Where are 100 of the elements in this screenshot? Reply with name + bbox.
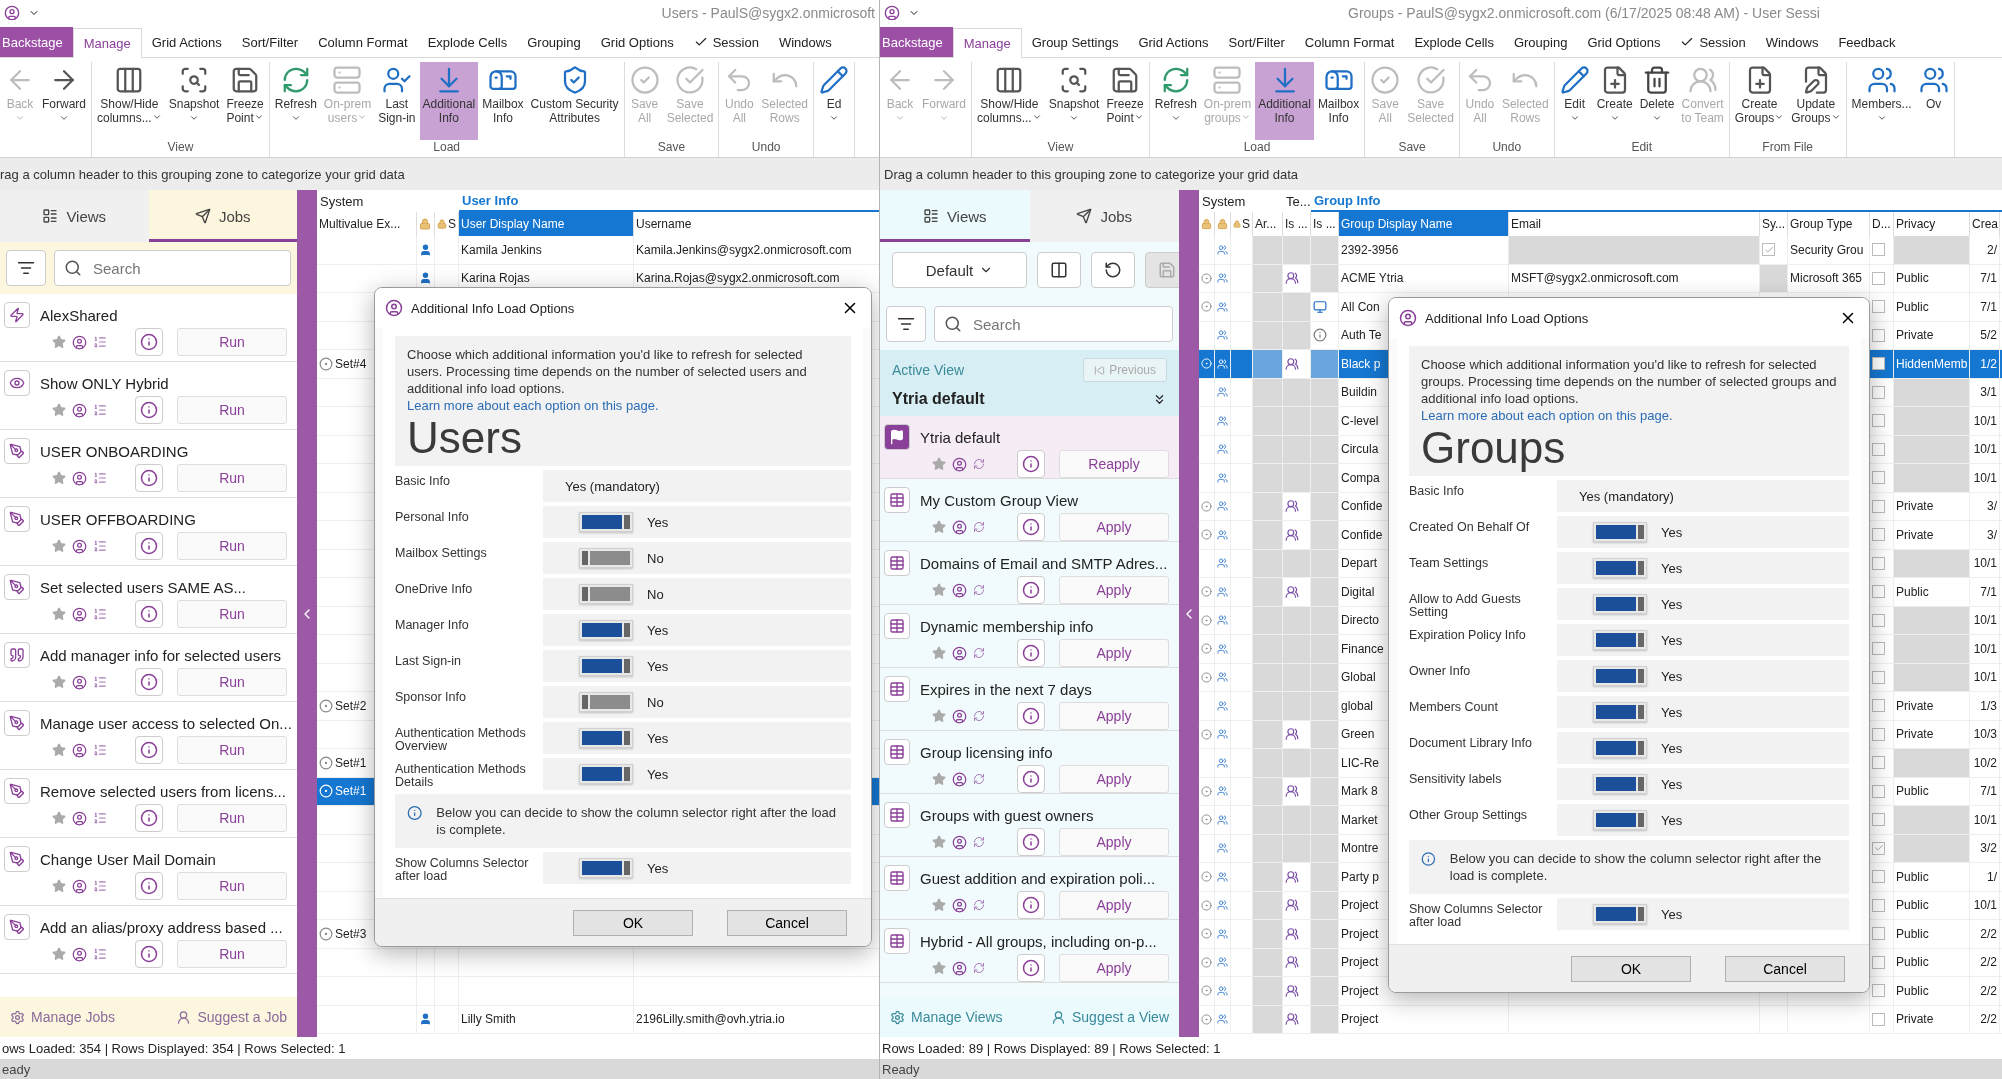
run-button[interactable]: Run — [177, 464, 287, 492]
ribbon-button[interactable]: Refresh — [271, 62, 320, 140]
info-button[interactable] — [1017, 702, 1045, 730]
filter-button[interactable] — [886, 306, 926, 342]
ribbon-button[interactable]: Mailbox Info — [479, 62, 527, 140]
ribbon-tab[interactable]: Grouping — [1503, 27, 1578, 57]
toggle-switch[interactable] — [579, 620, 633, 640]
info-button[interactable] — [1017, 891, 1045, 919]
ribbon-tab[interactable]: Manage — [952, 28, 1022, 58]
search-field[interactable]: Search — [934, 306, 1173, 342]
ribbon-button[interactable]: Freeze Point — [1103, 62, 1147, 140]
apply-button[interactable]: Apply — [1059, 576, 1169, 604]
info-button[interactable] — [1017, 954, 1045, 982]
ribbon-tab[interactable]: Sort/Filter — [1218, 27, 1295, 57]
checkbox[interactable] — [1872, 499, 1885, 513]
checkbox[interactable] — [1872, 585, 1885, 599]
column-header[interactable]: Is ... — [1283, 212, 1311, 236]
info-button[interactable] — [1017, 513, 1045, 541]
column-header[interactable]: Privacy — [1894, 212, 1970, 236]
info-button[interactable] — [135, 600, 163, 628]
checkbox[interactable] — [1872, 813, 1885, 827]
apply-button[interactable]: Apply — [1059, 954, 1169, 982]
ribbon-tab[interactable]: Explode Cells — [1404, 27, 1504, 57]
ribbon-button[interactable]: Ov — [1915, 62, 1952, 140]
toggle-switch[interactable] — [579, 764, 633, 784]
filter-button[interactable] — [6, 250, 46, 286]
checkbox[interactable] — [1872, 357, 1885, 371]
ribbon-button[interactable]: Additional Info — [419, 62, 479, 140]
table-row[interactable]: Lilly Smith 2196Lilly.smith@ovh.ytria.io — [317, 1005, 879, 1034]
ribbon-tab[interactable]: Session — [1670, 27, 1756, 57]
ribbon-button[interactable]: Refresh — [1151, 62, 1200, 140]
run-button[interactable]: Run — [177, 872, 287, 900]
run-button[interactable]: Run — [177, 668, 287, 696]
ribbon-tab[interactable]: Windows — [768, 27, 842, 57]
apply-button[interactable]: Apply — [1059, 765, 1169, 793]
ribbon-button[interactable]: Delete — [1636, 62, 1678, 140]
info-button[interactable] — [1017, 639, 1045, 667]
checkbox[interactable] — [1872, 528, 1885, 542]
panel-tab[interactable]: Jobs — [148, 190, 297, 242]
ribbon-button[interactable]: Last Sign-in — [375, 62, 419, 140]
cancel-button[interactable]: Cancel — [727, 909, 847, 936]
learn-more-link[interactable]: Learn more about each option on this page. — [407, 397, 839, 414]
checkbox[interactable] — [1872, 727, 1885, 741]
info-button[interactable] — [135, 532, 163, 560]
ribbon-button[interactable]: Snapshot — [1045, 62, 1103, 140]
info-button[interactable] — [135, 940, 163, 968]
ribbon-tab[interactable]: Column Format — [1294, 27, 1405, 57]
column-header[interactable]: S — [1231, 212, 1253, 236]
view-item[interactable]: My Custom Group View Apply — [880, 479, 1179, 542]
toggle-switch[interactable] — [1593, 594, 1647, 614]
toggle-switch[interactable] — [579, 512, 633, 532]
column-header[interactable]: Sy... — [1760, 212, 1788, 236]
run-button[interactable]: Run — [177, 532, 287, 560]
ok-button[interactable]: OK — [573, 909, 693, 936]
info-button[interactable] — [135, 804, 163, 832]
apply-button[interactable]: Apply — [1059, 513, 1169, 541]
toggle-switch[interactable] — [1593, 558, 1647, 578]
reset-button[interactable] — [1091, 252, 1135, 288]
ribbon-button[interactable]: Custom Security Attributes — [527, 62, 622, 140]
ribbon-button[interactable]: Edit — [1556, 62, 1593, 140]
checkbox[interactable] — [1872, 442, 1885, 456]
info-button[interactable] — [1017, 828, 1045, 856]
backstage-tab[interactable]: Backstage — [0, 27, 73, 57]
info-button[interactable] — [135, 872, 163, 900]
info-button[interactable] — [1017, 576, 1045, 604]
checkbox[interactable] — [1872, 955, 1885, 969]
ribbon-button[interactable]: Ed — [816, 62, 853, 140]
run-button[interactable]: Run — [177, 328, 287, 356]
toggle-switch[interactable] — [579, 656, 633, 676]
search-field[interactable]: Search — [54, 250, 291, 286]
column-header[interactable]: D... — [1870, 212, 1894, 236]
checkbox[interactable] — [1872, 556, 1885, 570]
apply-button[interactable]: Apply — [1059, 639, 1169, 667]
ribbon-button[interactable]: Additional Info — [1255, 62, 1314, 140]
toggle-switch[interactable] — [579, 728, 633, 748]
checkbox[interactable] — [1872, 328, 1885, 342]
toggle-switch[interactable] — [1593, 630, 1647, 650]
ribbon-button[interactable]: Freeze Point — [223, 62, 267, 140]
checkbox[interactable] — [1872, 613, 1885, 627]
ribbon-tab[interactable]: Grid Actions — [1128, 27, 1219, 57]
column-header[interactable]: Crea — [1970, 212, 2000, 236]
ribbon-button[interactable]: Mailbox Info — [1314, 62, 1363, 140]
ribbon-button[interactable]: Create Groups — [1731, 62, 1788, 140]
toggle-switch[interactable] — [1593, 666, 1647, 686]
backstage-tab[interactable]: Backstage — [880, 27, 953, 57]
checkbox[interactable] — [1872, 870, 1885, 884]
checkbox[interactable] — [1872, 927, 1885, 941]
ribbon-button[interactable]: Create — [1593, 62, 1636, 140]
column-header[interactable]: Is ... — [1311, 212, 1339, 236]
suggest-link[interactable]: Suggest a Job — [176, 1009, 287, 1025]
checkbox[interactable] — [1872, 699, 1885, 713]
toggle-switch[interactable] — [1593, 702, 1647, 722]
checkbox[interactable] — [1872, 841, 1885, 855]
checkbox[interactable] — [1872, 984, 1885, 998]
ok-button[interactable]: OK — [1571, 955, 1691, 982]
info-button[interactable] — [135, 328, 163, 356]
panel-tab[interactable]: Views — [880, 190, 1030, 242]
column-header[interactable]: User Display Name — [459, 212, 634, 236]
apply-button[interactable]: Apply — [1059, 828, 1169, 856]
column-header[interactable]: Email — [1509, 212, 1760, 236]
